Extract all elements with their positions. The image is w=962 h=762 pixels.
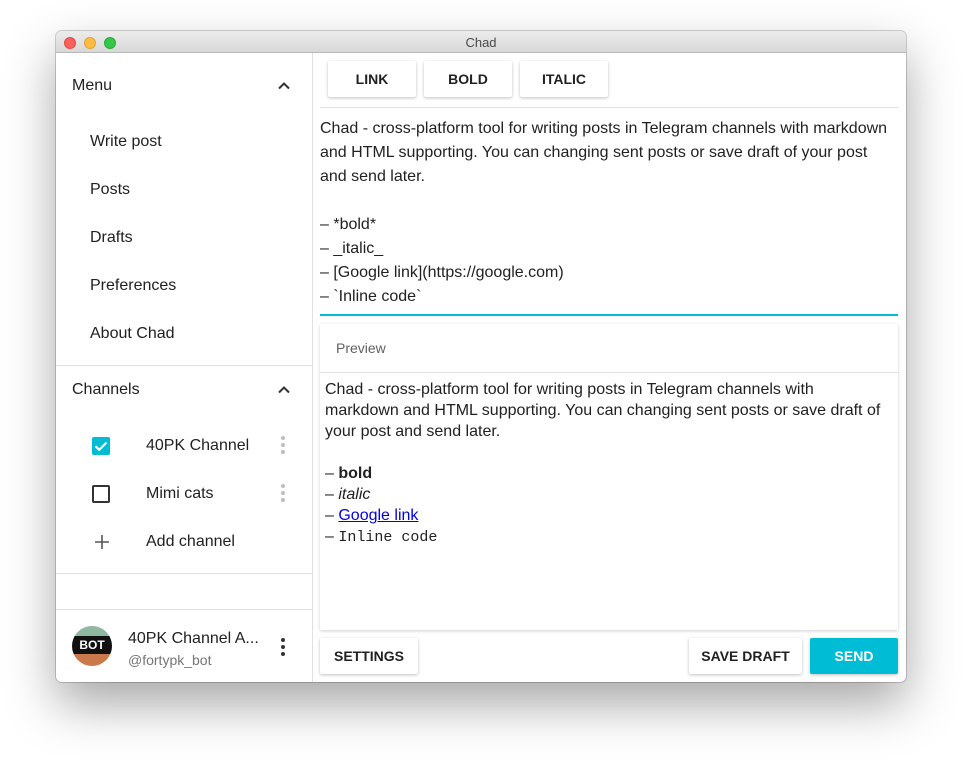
chevron-up-icon[interactable] bbox=[272, 378, 296, 402]
list-dash: – bbox=[325, 465, 334, 482]
channels-section-label: Channels bbox=[72, 381, 140, 398]
channel-item[interactable]: 40PK Channel bbox=[56, 430, 312, 462]
account-name: 40PK Channel A... bbox=[128, 630, 259, 647]
toolbar-divider bbox=[320, 107, 898, 108]
menu-item-about-chad[interactable]: About Chad bbox=[90, 324, 175, 344]
list-dash: – bbox=[325, 528, 334, 545]
preview-link[interactable]: Google link bbox=[338, 507, 418, 524]
more-vert-icon[interactable] bbox=[281, 436, 285, 456]
list-dash: – bbox=[325, 486, 334, 503]
more-vert-icon[interactable] bbox=[281, 484, 285, 504]
channels-section-header[interactable]: Channels bbox=[72, 378, 296, 402]
menu-item-drafts[interactable]: Drafts bbox=[90, 228, 133, 248]
menu-section-label: Menu bbox=[72, 77, 113, 94]
italic-button[interactable]: ITALIC bbox=[520, 61, 608, 97]
menu-item-preferences[interactable]: Preferences bbox=[90, 276, 176, 296]
menu-section-header[interactable]: Menu bbox=[72, 74, 296, 98]
channel-item[interactable]: Mimi cats bbox=[56, 478, 312, 510]
channel-name: Mimi cats bbox=[146, 485, 214, 502]
app-window: Chad Menu Write post Posts Drafts Prefer… bbox=[56, 31, 906, 682]
preview-card: Preview Chad - cross-platform tool for w… bbox=[320, 324, 898, 630]
account-more-icon[interactable] bbox=[281, 638, 285, 658]
sidebar-divider bbox=[56, 573, 312, 574]
list-dash: – bbox=[325, 507, 334, 524]
post-editor[interactable]: Chad - cross-platform tool for writing p… bbox=[320, 117, 898, 315]
title-bar[interactable]: Chad bbox=[56, 31, 906, 53]
checkmark-icon bbox=[94, 441, 108, 452]
add-channel-label: Add channel bbox=[146, 533, 235, 550]
send-button[interactable]: SEND bbox=[810, 638, 898, 674]
preview-link-line: – Google link bbox=[325, 505, 418, 526]
settings-button[interactable]: SETTINGS bbox=[320, 638, 418, 674]
preview-italic-text: italic bbox=[338, 486, 371, 503]
preview-code-line: – Inline code bbox=[325, 526, 437, 548]
preview-heading: Preview bbox=[336, 340, 386, 356]
bot-avatar-icon: BOT bbox=[72, 626, 112, 666]
menu-item-write-post[interactable]: Write post bbox=[90, 132, 162, 152]
avatar-text: BOT bbox=[79, 638, 105, 652]
add-channel-button[interactable]: Add channel bbox=[56, 526, 312, 558]
preview-inline-code: Inline code bbox=[338, 529, 438, 546]
sidebar: Menu Write post Posts Drafts Preferences… bbox=[56, 53, 313, 682]
window-title: Chad bbox=[465, 35, 497, 50]
preview-bold-line: – bold bbox=[325, 463, 372, 484]
preview-divider bbox=[320, 372, 898, 373]
sidebar-divider bbox=[56, 365, 312, 366]
editor-focus-underline bbox=[320, 314, 898, 316]
avatar[interactable]: BOT bbox=[72, 626, 112, 666]
preview-italic-line: – italic bbox=[325, 484, 370, 505]
account-handle: @fortypk_bot bbox=[128, 652, 212, 668]
link-button[interactable]: LINK bbox=[328, 61, 416, 97]
preview-intro: Chad - cross-platform tool for writing p… bbox=[325, 381, 881, 440]
plus-icon bbox=[95, 535, 109, 549]
channel-checkbox-unchecked[interactable] bbox=[92, 485, 110, 503]
preview-bold-text: bold bbox=[338, 465, 373, 482]
main-panel: LINK BOLD ITALIC Chad - cross-platform t… bbox=[313, 53, 906, 682]
channel-checkbox-checked[interactable] bbox=[92, 437, 110, 455]
sidebar-divider bbox=[56, 609, 312, 610]
bold-button[interactable]: BOLD bbox=[424, 61, 512, 97]
menu-item-posts[interactable]: Posts bbox=[90, 180, 130, 200]
chevron-up-icon[interactable] bbox=[272, 74, 296, 98]
save-draft-button[interactable]: SAVE DRAFT bbox=[689, 638, 802, 674]
channel-name: 40PK Channel bbox=[146, 437, 250, 454]
